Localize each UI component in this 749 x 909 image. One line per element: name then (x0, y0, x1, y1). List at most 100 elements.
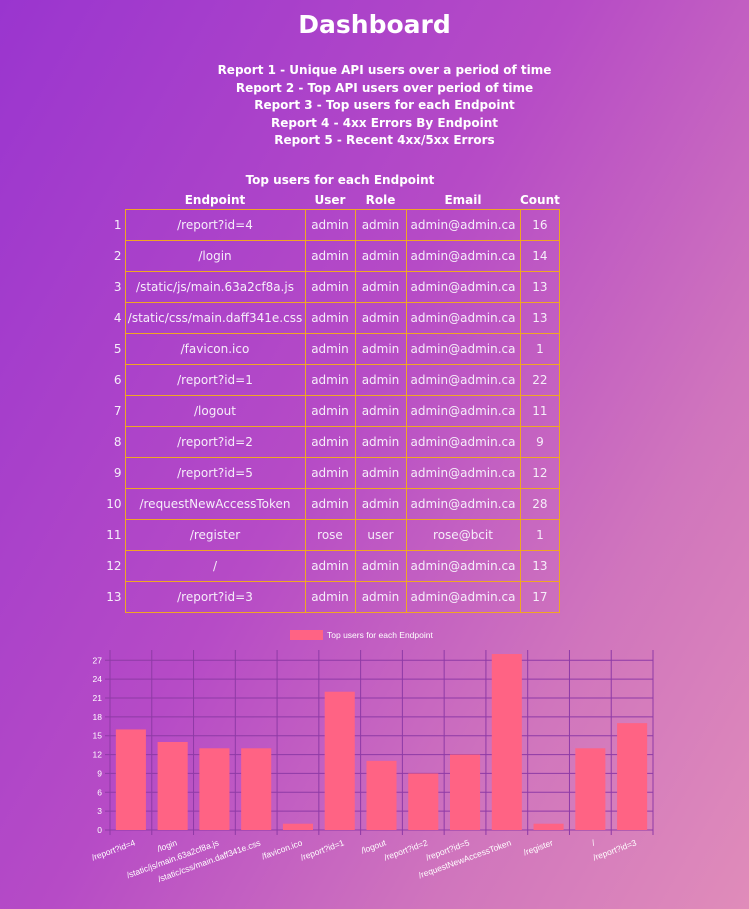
endpoint-cell: /static/js/main.63a2cf8a.js (124, 271, 306, 303)
header-index (104, 190, 125, 210)
count-cell: 13 (519, 550, 561, 582)
role-cell: admin (354, 240, 407, 272)
legend-swatch (290, 630, 323, 640)
email-cell: admin@admin.ca (405, 302, 521, 334)
report-link-2[interactable]: Report 2 - Top API users over period of … (0, 80, 749, 98)
row-index: 8 (113, 435, 122, 449)
count-cell: 1 (519, 519, 561, 551)
email-cell: rose@bcit (405, 519, 521, 551)
endpoint-cell: /report?id=4 (124, 209, 306, 241)
header-count: Count (520, 192, 560, 207)
endpoint-cell: /report?id=5 (124, 457, 306, 489)
table-row: 11/register rose user rose@bcit 1 (104, 519, 561, 551)
table-row: 4/static/css/main.daff341e.css admin admin… (104, 302, 561, 334)
chart-bar (157, 742, 188, 830)
row-index: 4 (113, 311, 122, 325)
table-row: 7/logout admin admin admin@admin.ca 11 (104, 395, 561, 427)
email-cell: admin@admin.ca (405, 581, 521, 613)
table-row: 2/login admin admin admin@admin.ca 14 (104, 240, 561, 272)
x-tick-label: /report?id=4 (90, 837, 137, 862)
x-tick-label: /report?id=2 (383, 837, 430, 862)
chart-bar (491, 654, 522, 830)
table-caption: Top users for each Endpoint (245, 173, 435, 187)
count-cell: 13 (519, 302, 561, 334)
y-tick-label: 18 (93, 712, 103, 722)
role-cell: admin (354, 209, 407, 241)
user-cell: admin (304, 240, 356, 272)
user-cell: admin (304, 488, 356, 520)
y-tick-label: 24 (93, 674, 103, 684)
row-index: 10 (106, 497, 122, 511)
role-cell: user (354, 519, 407, 551)
count-cell: 13 (519, 271, 561, 303)
table-body: 1/report?id=4 admin admin admin@admin.ca 16 2… (104, 209, 561, 613)
legend-label: Top users for each Endpoint (327, 630, 433, 640)
role-cell: admin (354, 333, 407, 365)
row-index: 1 (113, 218, 122, 232)
count-cell: 1 (519, 333, 561, 365)
role-cell: admin (354, 457, 407, 489)
user-cell: admin (304, 302, 356, 334)
endpoint-cell: /report?id=3 (124, 581, 306, 613)
role-cell: admin (354, 395, 407, 427)
table-row: 8/report?id=2 admin admin admin@admin.ca 9 (104, 426, 561, 458)
endpoint-cell: /requestNewAccessToken (124, 488, 306, 520)
report-links: Report 1 - Unique API users over a perio… (0, 62, 749, 150)
chart-bar (199, 748, 230, 830)
chart-bar (241, 748, 272, 830)
chart-bar (575, 748, 606, 830)
row-index: 3 (113, 280, 122, 294)
y-tick-label: 3 (97, 806, 102, 816)
x-tick-label: /report?id=3 (592, 837, 639, 862)
header-role: Role (365, 192, 396, 207)
report-link-3[interactable]: Report 3 - Top users for each Endpoint (0, 97, 749, 115)
role-cell: admin (354, 426, 407, 458)
email-cell: admin@admin.ca (405, 426, 521, 458)
row-index: 9 (113, 466, 122, 480)
report-link-1[interactable]: Report 1 - Unique API users over a perio… (0, 62, 749, 80)
y-tick-label: 12 (93, 750, 103, 760)
chart-bar (324, 691, 355, 830)
count-cell: 12 (519, 457, 561, 489)
header-email: Email (444, 192, 482, 207)
user-cell: admin (304, 209, 356, 241)
endpoint-cell: / (124, 550, 306, 582)
email-cell: admin@admin.ca (405, 457, 521, 489)
table-row: 13/report?id=3 admin admin admin@admin.ca 17 (104, 581, 561, 613)
x-tick-label: /report?id=1 (299, 837, 346, 862)
chart-bar (408, 773, 439, 830)
endpoint-cell: /logout (124, 395, 306, 427)
chart-bar (282, 823, 313, 830)
count-cell: 16 (519, 209, 561, 241)
row-index: 2 (113, 249, 122, 263)
role-cell: admin (354, 302, 407, 334)
table-row: 1/report?id=4 admin admin admin@admin.ca 16 (104, 209, 561, 241)
endpoint-cell: /static/css/main.daff341e.css (124, 302, 306, 334)
report-link-4[interactable]: Report 4 - 4xx Errors By Endpoint (0, 115, 749, 133)
report-link-5[interactable]: Report 5 - Recent 4xx/5xx Errors (0, 132, 749, 150)
user-cell: admin (304, 395, 356, 427)
email-cell: admin@admin.ca (405, 550, 521, 582)
chart-bar (617, 723, 648, 830)
page-title: Dashboard (298, 10, 451, 39)
role-cell: admin (354, 550, 407, 582)
table-row: 3/static/js/main.63a2cf8a.js admin admin ad… (104, 271, 561, 303)
table-row: 10/requestNewAccessToken admin admin admin@… (104, 488, 561, 520)
email-cell: admin@admin.ca (405, 333, 521, 365)
endpoint-cell: /report?id=1 (124, 364, 306, 396)
x-tick-label: /register (522, 837, 554, 857)
row-index: 11 (106, 528, 122, 542)
table-row: 5/favicon.ico admin admin admin@admin.ca 1 (104, 333, 561, 365)
role-cell: admin (354, 364, 407, 396)
y-tick-label: 27 (93, 655, 103, 665)
user-cell: admin (304, 457, 356, 489)
row-index: 13 (106, 590, 122, 604)
user-cell: admin (304, 333, 356, 365)
row-index: 7 (113, 404, 122, 418)
endpoint-cell: /report?id=2 (124, 426, 306, 458)
email-cell: admin@admin.ca (405, 364, 521, 396)
row-index: 6 (113, 373, 122, 387)
chart-bar (115, 729, 146, 830)
table-row: 9/report?id=5 admin admin admin@admin.ca 12 (104, 457, 561, 489)
count-cell: 9 (519, 426, 561, 458)
